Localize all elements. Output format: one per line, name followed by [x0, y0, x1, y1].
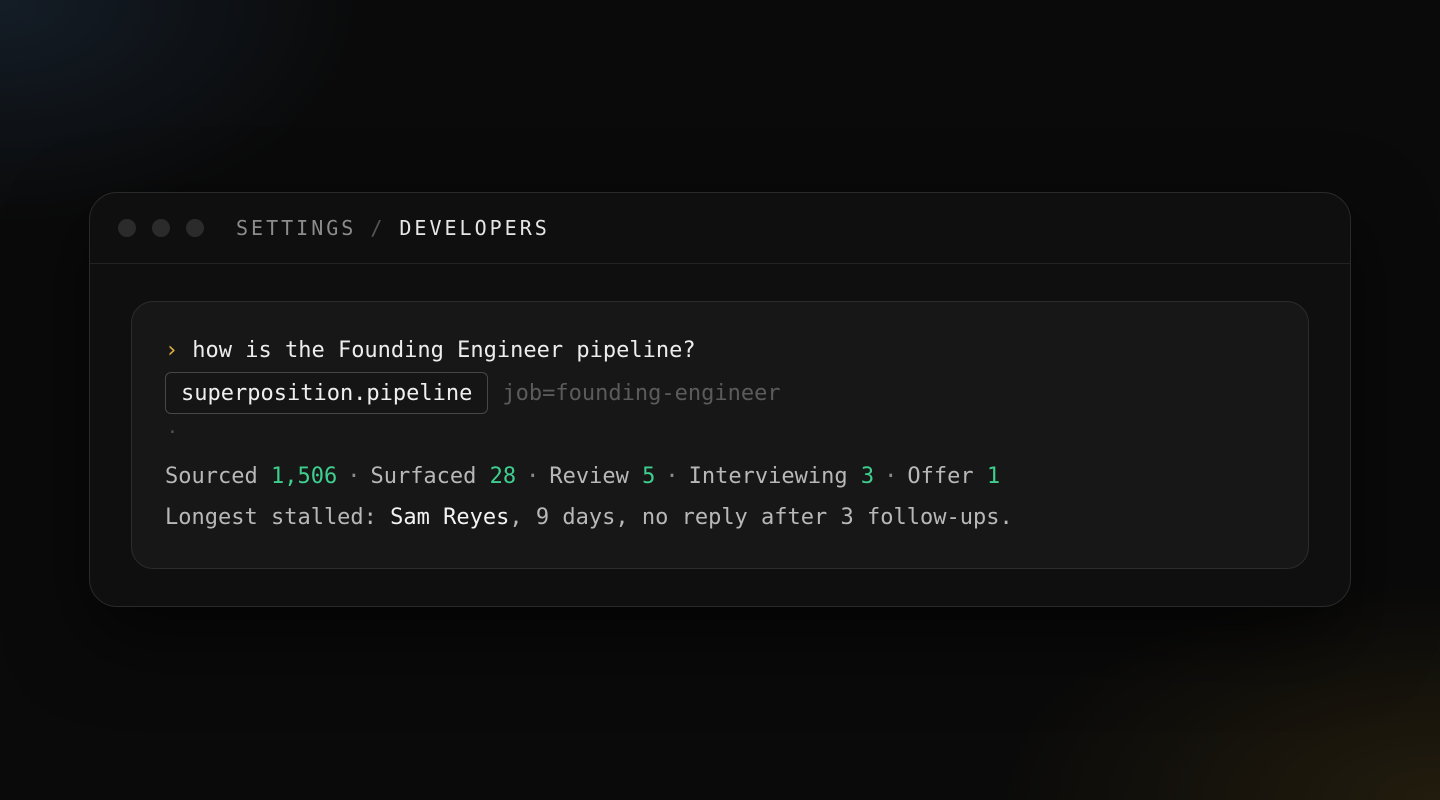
tool-args: job=founding-engineer	[502, 380, 781, 406]
chat-response-card: › how is the Founding Engineer pipeline? …	[131, 301, 1309, 569]
breadcrumb-parent[interactable]: SETTINGS	[236, 216, 356, 240]
stat-separator: ·	[665, 464, 679, 489]
stat-separator: ·	[526, 464, 540, 489]
progress-dot: ·	[167, 422, 178, 443]
breadcrumb: SETTINGS / DEVELOPERS	[236, 216, 550, 240]
window-close-dot[interactable]	[118, 219, 136, 237]
stat-label-surfaced: Surfaced	[370, 464, 477, 489]
prompt-text: how is the Founding Engineer pipeline?	[192, 338, 696, 363]
stat-label-review: Review	[549, 464, 629, 489]
window-minimize-dot[interactable]	[152, 219, 170, 237]
stat-value-sourced: 1,506	[270, 464, 338, 489]
breadcrumb-separator: /	[370, 216, 386, 240]
stat-separator: ·	[884, 464, 898, 489]
pipeline-stats: Sourced 1,506 · Surfaced 28 · Review 5 · Inter…	[165, 464, 1000, 489]
stat-separator: ·	[347, 464, 361, 489]
breadcrumb-current: DEVELOPERS	[399, 216, 550, 240]
user-prompt: › how is the Founding Engineer pipeline?	[165, 338, 696, 363]
stat-value-interviewing: 3	[860, 464, 875, 489]
stalled-detail: , 9 days, no reply after 3 follow-ups.	[509, 505, 1013, 530]
stat-value-offer: 1	[986, 464, 1001, 489]
window-maximize-dot[interactable]	[186, 219, 204, 237]
tool-name-chip[interactable]: superposition.pipeline	[165, 372, 489, 414]
tool-call: superposition.pipeline job=founding-engi…	[165, 372, 781, 414]
stalled-label: Longest stalled:	[165, 505, 377, 530]
window-titlebar: SETTINGS / DEVELOPERS	[90, 193, 1350, 264]
stalled-summary: Longest stalled: Sam Reyes, 9 days, no r…	[165, 505, 1013, 530]
stalled-candidate-name: Sam Reyes	[390, 505, 510, 530]
stat-label-sourced: Sourced	[165, 464, 258, 489]
stat-label-interviewing: Interviewing	[688, 464, 848, 489]
terminal-window: SETTINGS / DEVELOPERS › how is the Foundi…	[89, 192, 1351, 607]
stat-value-review: 5	[642, 464, 656, 489]
stat-label-offer: Offer	[907, 464, 974, 489]
stat-value-surfaced: 28	[489, 464, 517, 489]
prompt-chevron-icon: ›	[165, 338, 179, 363]
